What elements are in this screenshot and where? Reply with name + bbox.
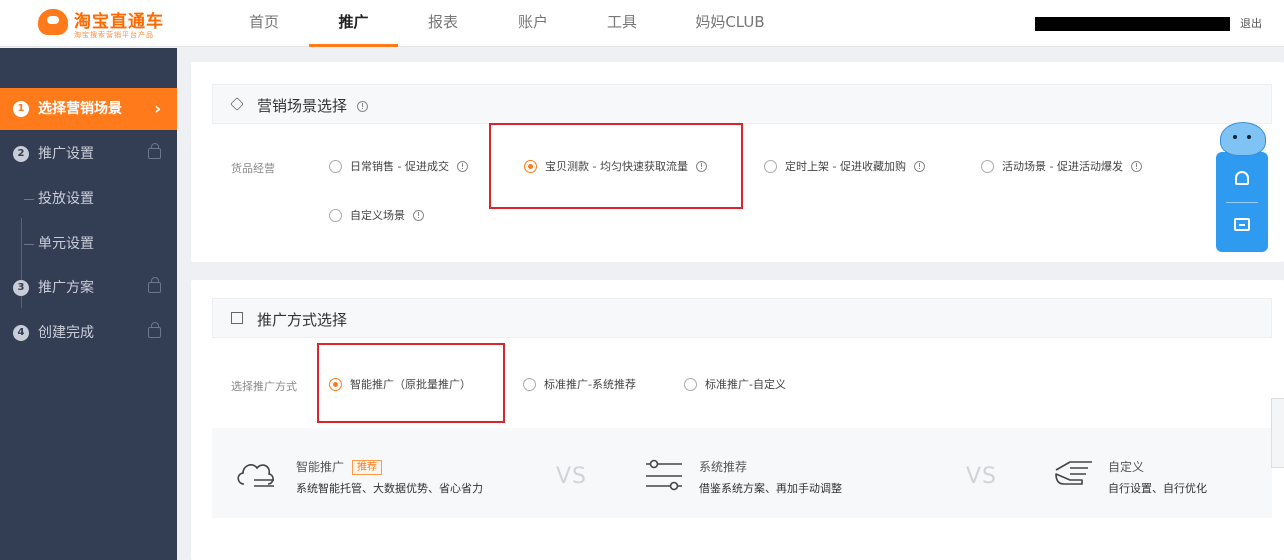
info-icon[interactable]: !	[413, 209, 424, 221]
option-label: 标准推广-系统推荐	[544, 378, 636, 391]
step-number: 4	[13, 325, 29, 341]
step-promotion-settings[interactable]: 2 推广设置	[0, 133, 177, 175]
logout-link[interactable]: 退出	[1240, 15, 1262, 31]
chat-icon[interactable]	[1234, 218, 1250, 231]
top-navigation-bar: 淘宝直通车 淘宝搜索营销平台产品 首页 推广 报表 账户 工具 妈妈CLUB 退…	[0, 0, 1284, 47]
scene-option-campaign[interactable]: 活动场景 - 促进活动爆发!	[981, 158, 1142, 174]
mascot-icon[interactable]	[1220, 122, 1266, 156]
info-icon[interactable]: !	[357, 101, 369, 112]
nav-mama-club[interactable]: 妈妈CLUB	[690, 0, 770, 46]
step-label: 选择营销场景	[38, 101, 122, 117]
nav-tools[interactable]: 工具	[594, 0, 650, 46]
scene-option-scheduled-listing[interactable]: 定时上架 - 促进收藏加购!	[764, 158, 925, 174]
lock-icon	[148, 143, 161, 159]
radio-unchecked[interactable]	[684, 377, 697, 391]
scene-title-text: 营销场景选择	[257, 97, 348, 115]
compare-custom-title: 自定义	[1108, 460, 1145, 474]
substep-label: 单元设置	[38, 236, 94, 252]
radio-unchecked[interactable]	[523, 377, 536, 391]
option-label: 活动场景 - 促进活动爆发	[1002, 160, 1123, 173]
radio-unchecked[interactable]	[764, 159, 777, 173]
step-label: 创建完成	[38, 325, 94, 341]
scene-option-custom[interactable]: 自定义场景!	[329, 207, 424, 223]
step-label: 推广方案	[38, 280, 94, 296]
option-label: 定时上架 - 促进收藏加购	[785, 160, 906, 173]
hand-pointer-icon	[1055, 461, 1092, 485]
cloud-icon	[237, 464, 274, 487]
step-promotion-plan[interactable]: 3 推广方案	[0, 267, 177, 309]
step-select-scene[interactable]: 1 选择营销场景 ›	[0, 88, 177, 130]
logo[interactable]: 淘宝直通车 淘宝搜索营销平台产品	[38, 7, 168, 41]
scene-panel: 营销场景选择! 货品经营 日常销售 - 促进成交! 宝贝测款 - 均匀快速获取流…	[191, 62, 1284, 262]
step-number: 1	[13, 101, 29, 117]
highlight-box-scene	[489, 123, 743, 209]
compare-custom-desc: 自行设置、自行优化	[1108, 482, 1207, 495]
step-sidebar: 1 选择营销场景 › 2 推广设置 投放设置 单元设置 3 推广方案 4 创建完…	[0, 48, 177, 560]
logo-title: 淘宝直通车	[74, 12, 164, 32]
method-option-standard-custom[interactable]: 标准推广-自定义	[684, 376, 786, 392]
option-label: 标准推广-自定义	[705, 378, 786, 391]
method-panel: 推广方式选择 选择推广方式 智能推广（原批量推广） 标准推广-系统推荐 标准推广…	[191, 280, 1284, 560]
side-feedback-tab[interactable]	[1271, 398, 1284, 468]
recommend-badge: 推荐	[352, 460, 383, 475]
info-icon[interactable]: !	[456, 160, 468, 172]
option-label: 日常销售 - 促进成交	[350, 160, 449, 173]
info-icon[interactable]: !	[913, 160, 925, 172]
option-label: 自定义场景	[350, 209, 405, 222]
method-panel-title: 推广方式选择	[257, 311, 348, 329]
widget-divider	[1226, 202, 1258, 203]
radio-unchecked[interactable]	[981, 159, 994, 173]
vs-label: VS	[556, 464, 588, 489]
step-number: 2	[13, 146, 29, 162]
method-row-label: 选择推广方式	[231, 380, 297, 393]
nav-promote[interactable]: 推广	[309, 0, 398, 47]
compare-smart-desc: 系统智能托管、大数据优势、省心省力	[296, 482, 483, 495]
vs-label: VS	[966, 464, 998, 489]
chevron-right-icon: ›	[154, 99, 161, 118]
substep-tick	[24, 199, 34, 200]
substep-tick	[24, 244, 34, 245]
step-complete[interactable]: 4 创建完成	[0, 312, 177, 354]
nav-home[interactable]: 首页	[236, 0, 292, 46]
radio-unchecked[interactable]	[329, 208, 342, 222]
lock-icon	[148, 322, 161, 338]
substep-label: 投放设置	[38, 191, 94, 207]
method-comparison-strip: 智能推广 推荐 系统智能托管、大数据优势、省心省力 VS 系统推荐 借鉴系统方案、…	[212, 428, 1272, 518]
layers-icon	[230, 97, 244, 111]
compare-smart-title: 智能推广 推荐	[296, 458, 383, 475]
scene-row-label: 货品经营	[231, 162, 275, 175]
logo-subtitle: 淘宝搜索营销平台产品	[74, 31, 154, 39]
bell-icon[interactable]	[1235, 171, 1249, 185]
radio-unchecked[interactable]	[329, 159, 342, 173]
info-icon[interactable]: !	[1130, 160, 1142, 172]
plus-square-icon	[231, 312, 243, 324]
substep-unit-settings[interactable]: 单元设置	[0, 223, 177, 265]
step-label: 推广设置	[38, 146, 94, 162]
scene-panel-title: 营销场景选择!	[257, 95, 369, 116]
compare-system-title: 系统推荐	[699, 460, 748, 474]
lock-icon	[148, 277, 161, 293]
method-option-standard-recommended[interactable]: 标准推广-系统推荐	[523, 376, 636, 392]
method-panel-header: 推广方式选择	[212, 298, 1272, 338]
substep-delivery-settings[interactable]: 投放设置	[0, 178, 177, 220]
sliders-icon	[646, 459, 682, 491]
nav-account[interactable]: 账户	[505, 0, 561, 46]
scene-option-daily-sales[interactable]: 日常销售 - 促进成交!	[329, 158, 468, 174]
floating-help-widget	[1216, 152, 1268, 252]
redacted-username	[1035, 17, 1230, 31]
nav-reports[interactable]: 报表	[415, 0, 471, 46]
highlight-box-method	[317, 343, 505, 423]
compare-system-desc: 借鉴系统方案、再加手动调整	[699, 482, 842, 495]
logo-icon	[38, 9, 68, 35]
compare-smart-title-text: 智能推广	[296, 460, 345, 474]
scene-panel-header: 营销场景选择!	[212, 84, 1272, 124]
step-number: 3	[13, 280, 29, 296]
